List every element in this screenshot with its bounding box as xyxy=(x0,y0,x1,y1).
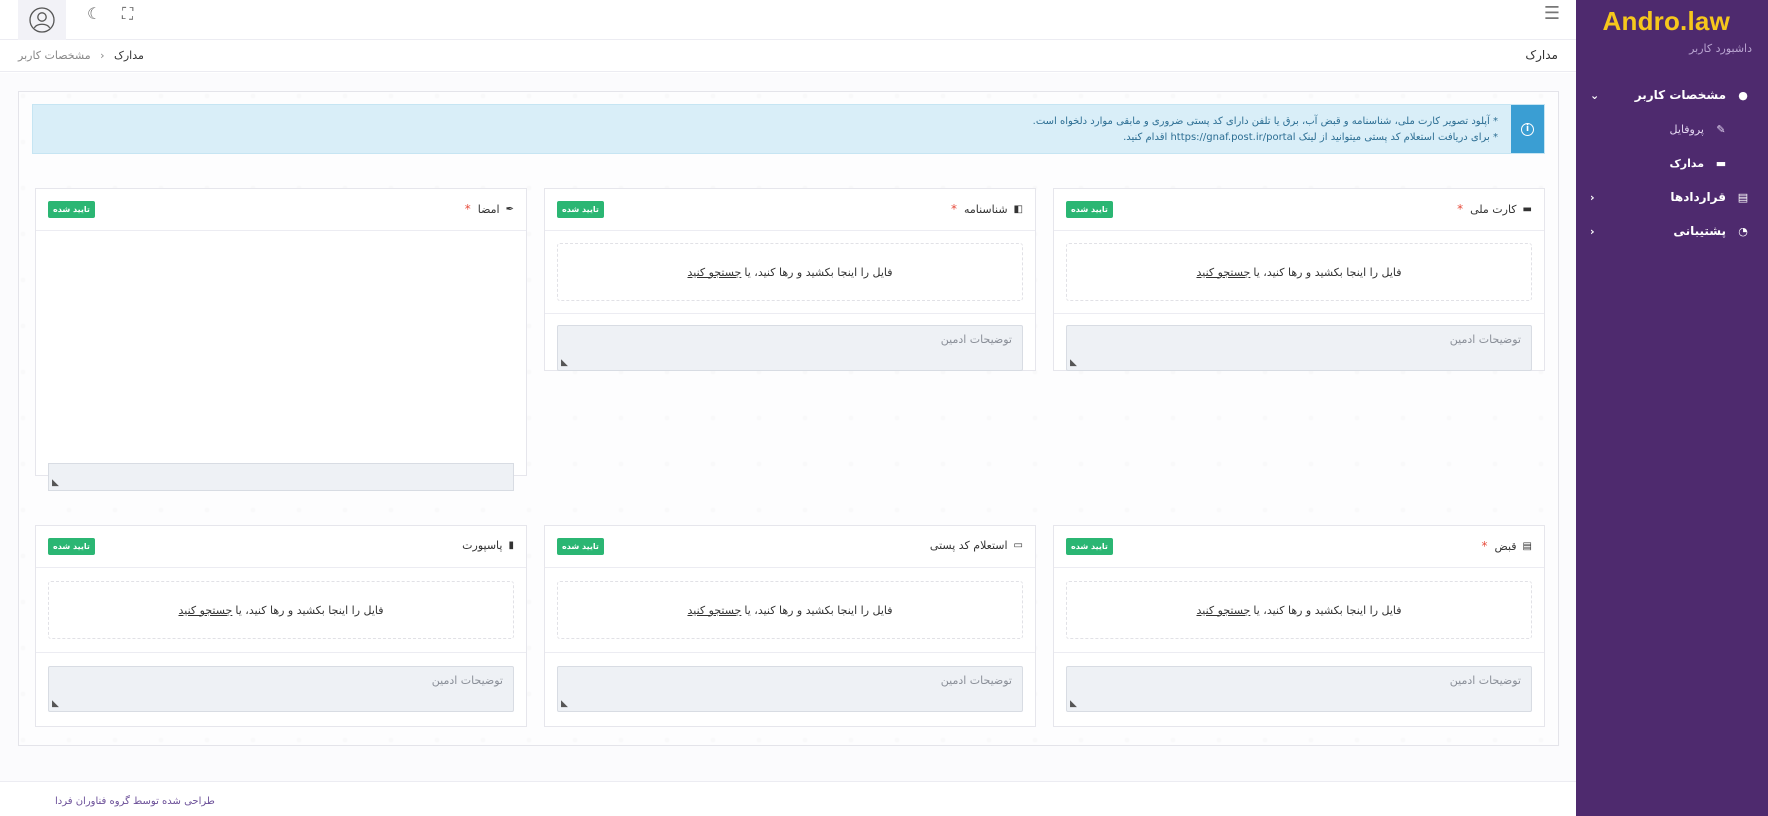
file-dropzone[interactable]: فایل را اینجا بکشید و رها کنید، یا جستجو… xyxy=(1066,243,1532,301)
card-title: قبض xyxy=(1494,539,1517,553)
browse-link[interactable]: جستجو کنید xyxy=(1196,266,1250,279)
browse-link[interactable]: جستجو کنید xyxy=(178,604,232,617)
resize-handle-icon[interactable]: ◣ xyxy=(561,358,568,368)
file-dropzone[interactable]: فایل را اینجا بکشید و رها کنید، یا جستجو… xyxy=(48,581,514,639)
passport-card: ▮ پاسپورت تایید شده فایل را اینجا بکشید … xyxy=(35,525,527,727)
sidebar-item-user-specs[interactable]: ● مشخصات کاربر ⌄ xyxy=(1576,78,1768,112)
sidebar-item-contracts[interactable]: ▤ قراردادها ‹ xyxy=(1576,180,1768,214)
status-badge: تایید شده xyxy=(557,201,604,218)
breadcrumb-separator: ‹ xyxy=(100,49,105,62)
resize-handle-icon[interactable]: ◣ xyxy=(52,478,59,488)
chevron-down-icon: ⌄ xyxy=(1590,88,1600,102)
folder-icon: ▬ xyxy=(1715,156,1727,170)
sidebar-item-documents[interactable]: ▬ مدارک xyxy=(1576,146,1768,180)
main-content: i * آپلود تصویر کارت ملی، شناسنامه و قبض… xyxy=(0,73,1576,781)
document-icon: ▤ xyxy=(1737,190,1749,204)
card-title: استعلام کد پستی xyxy=(929,539,1008,552)
feather-pen-icon: ✒ xyxy=(505,203,514,215)
page-title: مدارک xyxy=(1525,48,1558,62)
admin-notes-textarea[interactable]: توضیحات ادمین ◣ xyxy=(557,325,1023,371)
breadcrumb-bar: مدارک مدارک ‹ مشخصات کاربر xyxy=(0,40,1576,72)
menu-toggle-icon[interactable]: ☰ xyxy=(1544,3,1560,24)
footer: طراحی شده توسط گروه فناوران فردا xyxy=(0,781,1576,816)
sidebar: Andro.law داشبورد کاربر ● مشخصات کاربر ⌄… xyxy=(1576,0,1768,816)
admin-notes-textarea[interactable]: توضیحات ادمین ◣ xyxy=(1066,666,1532,712)
card-title: امضا xyxy=(477,202,500,216)
required-mark: * xyxy=(464,202,471,216)
birth-cert-card: ◧ شناسنامه * تایید شده فایل را اینجا بکش… xyxy=(544,188,1036,371)
chevron-left-icon: ‹ xyxy=(1590,224,1595,238)
file-dropzone[interactable]: فایل را اینجا بکشید و رها کنید، یا جستجو… xyxy=(557,243,1023,301)
file-dropzone[interactable]: فایل را اینجا بکشید و رها کنید، یا جستجو… xyxy=(1066,581,1532,639)
required-mark: * xyxy=(1457,202,1464,216)
browse-link[interactable]: جستجو کنید xyxy=(687,604,741,617)
browse-link[interactable]: جستجو کنید xyxy=(687,266,741,279)
sidebar-item-label: پشتیبانی xyxy=(1673,224,1726,238)
info-icon: i xyxy=(1511,105,1544,153)
admin-notes-textarea[interactable]: ◣ xyxy=(48,463,514,491)
sidebar-item-label: قراردادها xyxy=(1670,190,1726,204)
sidebar-item-label: پروفایل xyxy=(1669,122,1704,136)
resize-handle-icon[interactable]: ◣ xyxy=(52,699,59,709)
avatar[interactable] xyxy=(18,0,66,40)
chevron-left-icon: ‹ xyxy=(1590,190,1595,204)
brand-logo[interactable]: Andro.law xyxy=(1603,6,1730,37)
card-title: پاسپورت xyxy=(462,539,503,552)
book-icon: ◧ xyxy=(1013,203,1023,215)
topbar: ☰ ☾ ⛶ xyxy=(0,0,1576,40)
breadcrumb: مدارک ‹ مشخصات کاربر xyxy=(18,49,144,62)
user-icon: ● xyxy=(1738,88,1748,102)
dark-mode-icon[interactable]: ☾ xyxy=(87,4,101,23)
status-badge: تایید شده xyxy=(557,538,604,555)
browse-link[interactable]: جستجو کنید xyxy=(1196,604,1250,617)
alert-text: * آپلود تصویر کارت ملی، شناسنامه و قبض آ… xyxy=(1032,116,1498,143)
admin-notes-textarea[interactable]: توضیحات ادمین ◣ xyxy=(1066,325,1532,371)
breadcrumb-current: مدارک xyxy=(114,49,144,62)
headset-icon: ◔ xyxy=(1738,224,1748,238)
file-dropzone[interactable]: فایل را اینجا بکشید و رها کنید، یا جستجو… xyxy=(557,581,1023,639)
sidebar-item-profile[interactable]: ✎ پروفایل xyxy=(1576,112,1768,146)
status-badge: تایید شده xyxy=(48,201,95,218)
status-badge: تایید شده xyxy=(48,538,95,555)
national-card-card: ▬ کارت ملی * تایید شده فایل را اینجا بکش… xyxy=(1053,188,1545,371)
status-badge: تایید شده xyxy=(1066,538,1113,555)
bill-card: ▤ قبض * تایید شده فایل را اینجا بکشید و … xyxy=(1053,525,1545,727)
resize-handle-icon[interactable]: ◣ xyxy=(1070,699,1077,709)
sidebar-item-label: مدارک xyxy=(1669,156,1704,170)
postal-code-card: ▭ استعلام کد پستی تایید شده فایل را اینج… xyxy=(544,525,1036,727)
passport-icon: ▮ xyxy=(508,540,514,551)
resize-handle-icon[interactable]: ◣ xyxy=(561,699,568,709)
id-card-icon: ▬ xyxy=(1522,203,1532,215)
admin-notes-textarea[interactable]: توضیحات ادمین ◣ xyxy=(557,666,1023,712)
user-avatar-icon xyxy=(29,7,55,33)
sidebar-item-label: مشخصات کاربر xyxy=(1634,88,1726,102)
card-title: شناسنامه xyxy=(963,202,1008,216)
required-mark: * xyxy=(1481,539,1488,553)
inbox-icon: ▭ xyxy=(1013,540,1023,551)
breadcrumb-parent[interactable]: مشخصات کاربر xyxy=(18,49,91,62)
pencil-icon: ✎ xyxy=(1716,122,1726,136)
status-badge: تایید شده xyxy=(1066,201,1113,218)
required-mark: * xyxy=(950,202,957,216)
card-title: کارت ملی xyxy=(1470,202,1517,216)
brand-subtitle: داشبورد کاربر xyxy=(1689,42,1752,55)
info-alert: i * آپلود تصویر کارت ملی، شناسنامه و قبض… xyxy=(32,104,1545,154)
receipt-icon: ▤ xyxy=(1522,540,1532,552)
fullscreen-icon[interactable]: ⛶ xyxy=(122,4,133,24)
resize-handle-icon[interactable]: ◣ xyxy=(1070,358,1077,368)
admin-notes-textarea[interactable]: توضیحات ادمین ◣ xyxy=(48,666,514,712)
signature-card: ✒ امضا * تایید شده ◣ xyxy=(35,188,527,491)
sidebar-nav: ● مشخصات کاربر ⌄ ✎ پروفایل ▬ مدارک ▤ قرا… xyxy=(1576,78,1768,248)
documents-panel: i * آپلود تصویر کارت ملی، شناسنامه و قبض… xyxy=(18,91,1559,746)
sidebar-item-support[interactable]: ◔ پشتیبانی ‹ xyxy=(1576,214,1768,248)
footer-credit[interactable]: طراحی شده توسط گروه فناوران فردا xyxy=(55,796,215,807)
